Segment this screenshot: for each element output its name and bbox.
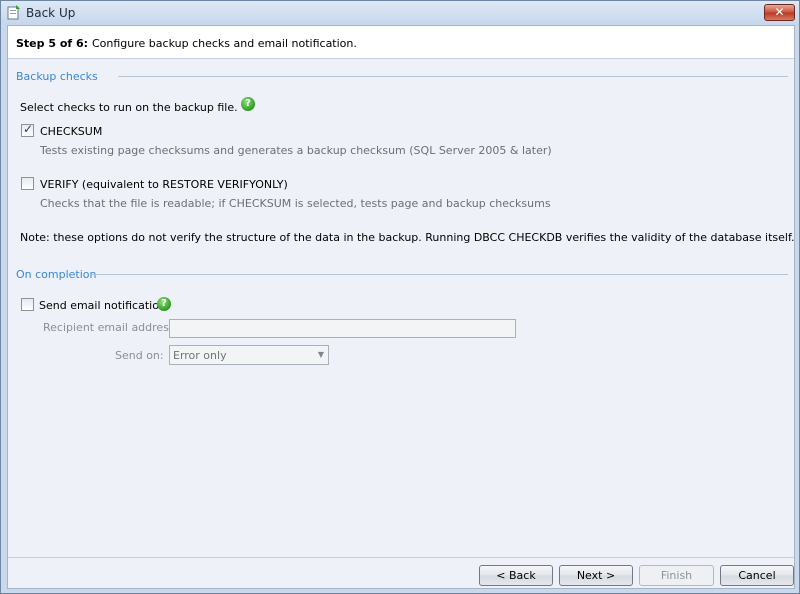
- checkmark-icon: ✓: [23, 122, 34, 136]
- wizard-body: Step 5 of 6: Configure backup checks and…: [7, 25, 795, 589]
- section-divider: [91, 274, 788, 275]
- chevron-down-icon: ▼: [317, 350, 324, 359]
- next-button[interactable]: Next >: [559, 565, 633, 586]
- finish-button[interactable]: Finish: [639, 565, 714, 586]
- close-button[interactable]: ✕: [764, 4, 795, 21]
- recipient-email-input[interactable]: [169, 319, 516, 338]
- section-title-backup-checks: Backup checks: [16, 70, 98, 83]
- backup-checks-note: Note: these options do not verify the st…: [20, 231, 795, 244]
- verify-description: Checks that the file is readable; if CHE…: [40, 197, 551, 210]
- checksum-label[interactable]: CHECKSUM: [40, 125, 102, 138]
- send-on-select[interactable]: Error only ▼: [169, 345, 329, 365]
- section-divider: [118, 76, 788, 77]
- help-icon[interactable]: ?: [241, 97, 255, 111]
- step-description: Configure backup checks and email notifi…: [92, 37, 357, 50]
- step-indicator: Step 5 of 6:: [16, 37, 89, 50]
- send-email-checkbox[interactable]: [21, 298, 34, 311]
- backup-checks-intro: Select checks to run on the backup file.: [20, 101, 238, 114]
- verify-checkbox[interactable]: [21, 177, 34, 190]
- back-button[interactable]: < Back: [479, 565, 553, 586]
- step-header: Step 5 of 6: Configure backup checks and…: [8, 26, 794, 59]
- send-email-label[interactable]: Send email notification: [39, 299, 166, 312]
- window-title: Back Up: [26, 6, 76, 20]
- checksum-checkbox[interactable]: ✓: [21, 122, 34, 137]
- backup-window: Back Up ✕ Step 5 of 6: Configure backup …: [0, 0, 800, 594]
- footer-divider: [8, 557, 794, 558]
- send-on-value: Error only: [173, 349, 227, 362]
- title-bar: Back Up ✕: [1, 1, 799, 25]
- cancel-button[interactable]: Cancel: [720, 565, 794, 586]
- verify-label[interactable]: VERIFY (equivalent to RESTORE VERIFYONLY…: [40, 178, 288, 191]
- close-icon: ✕: [774, 5, 785, 19]
- send-on-label: Send on:: [115, 349, 164, 362]
- help-icon[interactable]: ?: [157, 297, 171, 311]
- section-title-on-completion: On completion: [16, 268, 97, 281]
- checksum-description: Tests existing page checksums and genera…: [40, 144, 552, 157]
- recipient-email-label: Recipient email address:: [43, 321, 179, 334]
- backup-app-icon: [7, 5, 20, 20]
